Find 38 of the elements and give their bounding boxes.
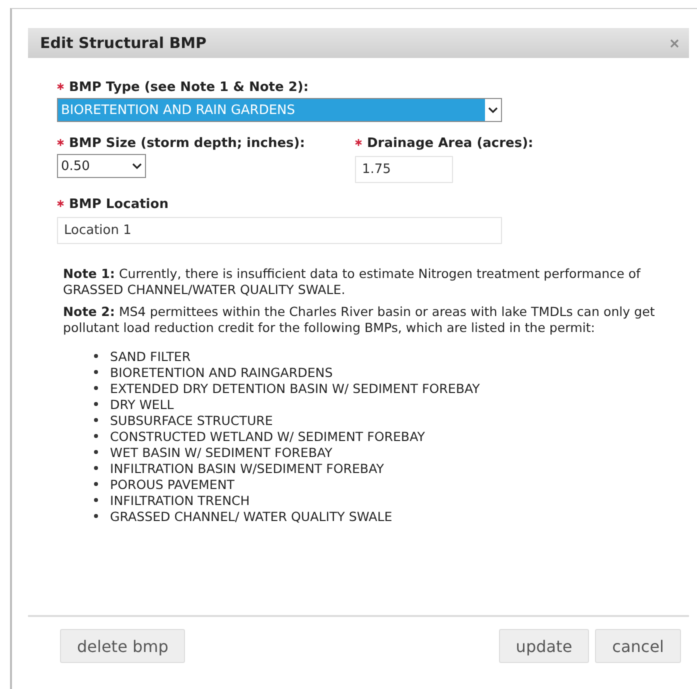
caret-icon [488, 106, 498, 114]
field-label: Drainage Area (acres): [367, 136, 534, 151]
bmp-list-item: INFILTRATION TRENCH [110, 492, 250, 508]
field-label: BMP Size (storm depth; inches): [69, 136, 305, 151]
update-button[interactable]: update [498, 629, 590, 663]
note-text: Note 1: Currently, there is insufficient data to estimate Nitrogen treatment performance of GRASSED CHANNEL/WATER QUALITY SWALE. [63, 266, 642, 298]
text-input-field[interactable]: Location 1 [57, 217, 502, 244]
bullet-icon [94, 514, 98, 518]
dropdown-field[interactable]: 0.50 [57, 154, 146, 178]
bmp-list-item: CONSTRUCTED WETLAND W/ SEDIMENT FOREBAY [110, 428, 425, 444]
bullet-icon [94, 450, 98, 454]
bmp-list-item: SUBSURFACE STRUCTURE [110, 412, 273, 428]
bullet-icon [94, 354, 98, 358]
bmp-list-item: EXTENDED DRY DETENTION BASIN W/ SEDIMENT FOREBAY [110, 380, 480, 396]
bullet-icon [94, 418, 98, 422]
close-icon[interactable] [670, 38, 679, 48]
bullet-icon [94, 386, 98, 390]
dialog-title: Edit Structural BMP [40, 34, 207, 52]
caret-icon [132, 162, 142, 170]
bmp-list-item: WET BASIN W/ SEDIMENT FOREBAY [110, 444, 332, 460]
delete-button[interactable]: delete bmp [60, 629, 186, 663]
bmp-list-item: GRASSED CHANNEL/ WATER QUALITY SWALE [110, 508, 392, 524]
bmp-list-item: SAND FILTER [110, 348, 191, 364]
bullet-icon [94, 466, 98, 470]
bullet-icon [94, 402, 98, 406]
note-text: Note 2: MS4 permittees within the Charles River basin or areas with lake TMDLs can only get pollutant load reduction credit for the following BMPs, which are listed in the permit: [63, 304, 656, 336]
text-input-field[interactable]: 1.75 [355, 156, 453, 183]
bullet-icon [94, 498, 98, 502]
bullet-icon [94, 434, 98, 438]
bmp-list-item: BIORETENTION AND RAINGARDENS [110, 364, 333, 380]
bmp-list-item: INFILTRATION BASIN W/SEDIMENT FOREBAY [110, 460, 384, 476]
bmp-list-item: POROUS PAVEMENT [110, 476, 234, 492]
bullet-icon [94, 370, 98, 374]
bmp-list-item: DRY WELL [110, 396, 174, 412]
field-label: BMP Location [69, 197, 168, 212]
field-label: BMP Type (see Note 1 & Note 2): [69, 80, 309, 95]
bullet-icon [94, 482, 98, 486]
cancel-button[interactable]: cancel [595, 629, 681, 663]
